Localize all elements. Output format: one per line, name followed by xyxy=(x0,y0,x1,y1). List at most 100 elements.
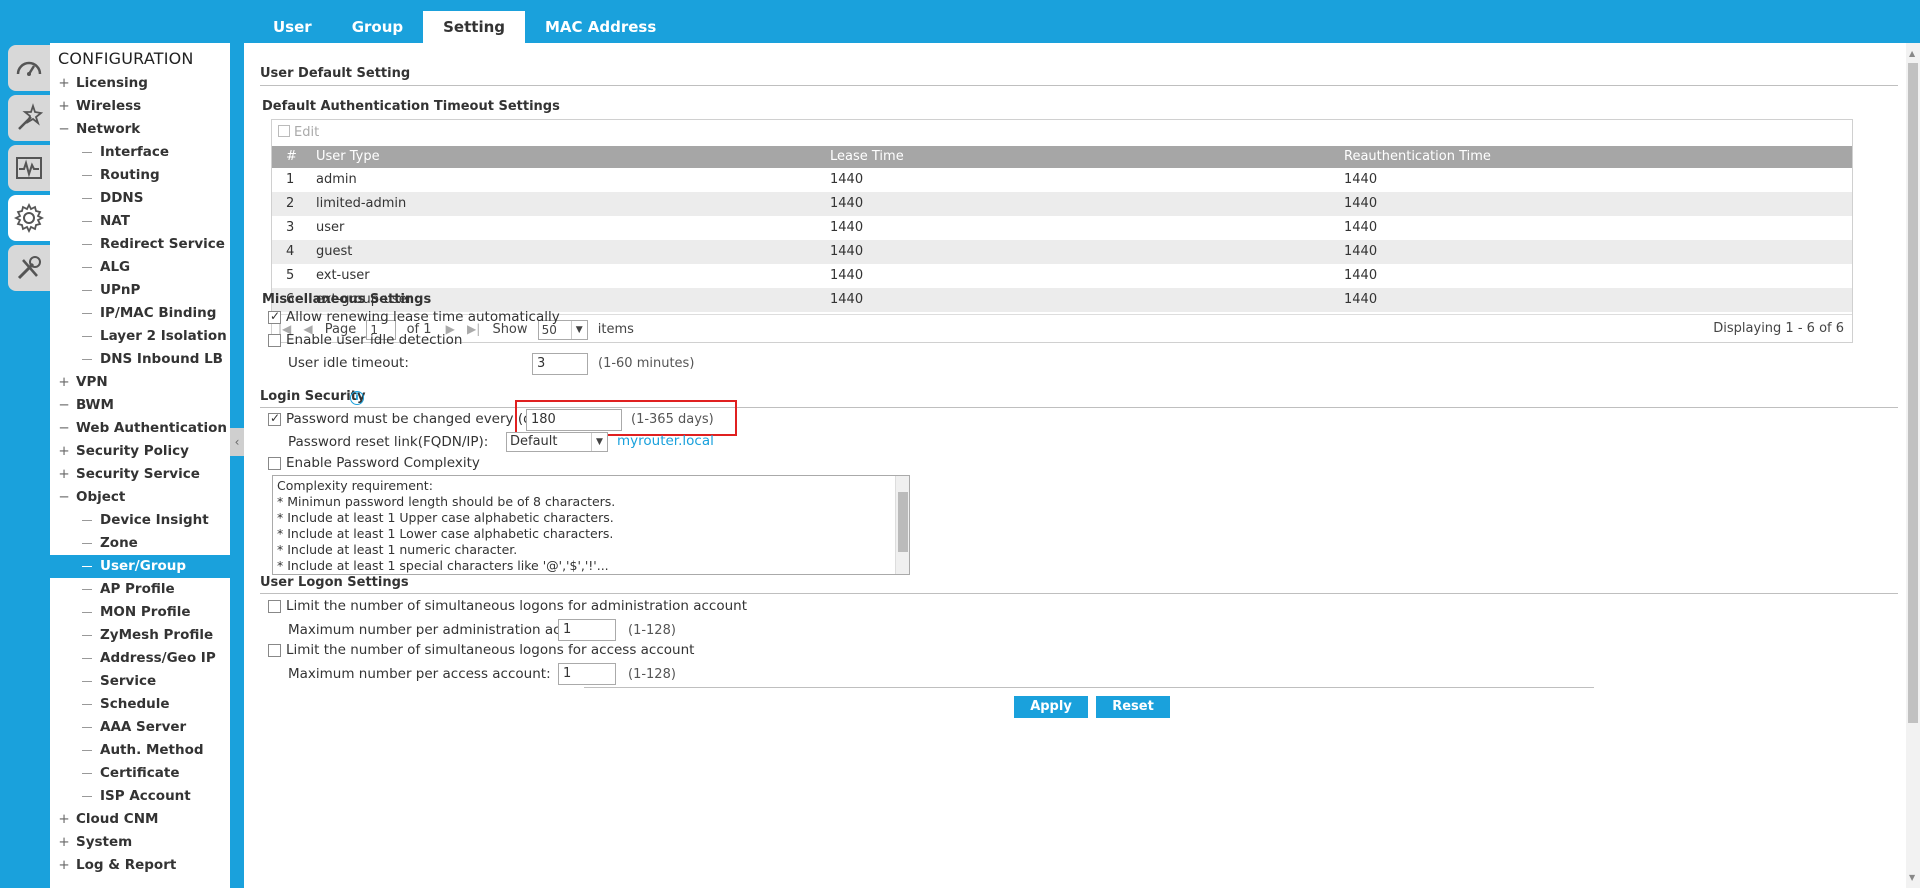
nav-item-vpn[interactable]: + VPN xyxy=(50,371,230,394)
nav-item-bwm[interactable]: − BWM xyxy=(50,394,230,417)
nav-item-interface[interactable]: Interface xyxy=(50,141,230,164)
nav-item-licensing[interactable]: + Licensing xyxy=(50,72,230,95)
complexity-line: * Include at least 1 Lower case alphabet… xyxy=(277,526,614,541)
quick-setup-button[interactable] xyxy=(8,95,50,141)
nav-item-redirect-service[interactable]: Redirect Service xyxy=(50,233,230,256)
tab-mac-address[interactable]: MAC Address xyxy=(525,11,676,43)
nav-item-system[interactable]: + System xyxy=(50,831,230,854)
dashboard-icon xyxy=(16,61,42,76)
apply-button[interactable]: Apply xyxy=(1014,696,1088,718)
nav-item-auth-method[interactable]: Auth. Method xyxy=(50,739,230,762)
password-change-days-input[interactable]: 180 xyxy=(526,409,622,431)
textarea-scroll-thumb[interactable] xyxy=(898,492,908,552)
nav-item-zone[interactable]: Zone xyxy=(50,532,230,555)
idle-timeout-input[interactable]: 3 xyxy=(532,353,588,375)
reset-button[interactable]: Reset xyxy=(1096,696,1170,718)
nav-item-security-service[interactable]: + Security Service xyxy=(50,463,230,486)
nav-item-security-policy[interactable]: + Security Policy xyxy=(50,440,230,463)
page-scrollbar[interactable]: ▲ ▼ xyxy=(1906,43,1920,888)
monitor-button[interactable] xyxy=(8,145,50,191)
maintenance-button[interactable] xyxy=(8,245,50,291)
nav-item-schedule[interactable]: Schedule xyxy=(50,693,230,716)
nav-item-label: Service xyxy=(100,673,157,689)
table-row[interactable]: 3 user 1440 1440 xyxy=(272,216,1852,240)
collapse-icon[interactable]: − xyxy=(58,118,70,141)
nav-item-routing[interactable]: Routing xyxy=(50,164,230,187)
nav-item-ip-mac-binding[interactable]: IP/MAC Binding xyxy=(50,302,230,325)
column-header-user-type[interactable]: User Type xyxy=(316,146,830,168)
table-row[interactable]: 4 guest 1440 1440 xyxy=(272,240,1852,264)
nav-item-isp-account[interactable]: ISP Account xyxy=(50,785,230,808)
nav-item-ddns[interactable]: DDNS xyxy=(50,187,230,210)
scroll-up-icon[interactable]: ▲ xyxy=(1909,49,1915,58)
nav-item-cloud-cnm[interactable]: + Cloud CNM xyxy=(50,808,230,831)
info-icon[interactable]: i xyxy=(350,391,364,405)
expand-icon[interactable]: + xyxy=(58,463,70,486)
expand-icon[interactable]: + xyxy=(58,72,70,95)
nav-item-network[interactable]: − Network xyxy=(50,118,230,141)
password-change-checkbox[interactable] xyxy=(268,411,281,426)
scroll-down-icon[interactable]: ▼ xyxy=(1909,873,1915,882)
nav-item-log-report[interactable]: + Log & Report xyxy=(50,854,230,877)
expand-icon[interactable]: + xyxy=(58,854,70,877)
table-body: 1 admin 1440 1440 2 limited-admin 1440 1440 3 use… xyxy=(272,168,1852,312)
expand-icon[interactable]: + xyxy=(58,95,70,118)
tab-group[interactable]: Group xyxy=(332,11,423,43)
column-header-reauth-time[interactable]: Reauthentication Time xyxy=(1344,146,1852,168)
nav-item-web-authentication[interactable]: − Web Authentication xyxy=(50,417,230,440)
nav-item-upnp[interactable]: UPnP xyxy=(50,279,230,302)
nav-item-dns-inbound-lb[interactable]: DNS Inbound LB xyxy=(50,348,230,371)
chevron-down-icon: ▼ xyxy=(591,433,607,451)
nav-item-device-insight[interactable]: Device Insight xyxy=(50,509,230,532)
collapse-icon[interactable]: − xyxy=(58,394,70,417)
expand-icon[interactable]: + xyxy=(58,831,70,854)
nav-item-nat[interactable]: NAT xyxy=(50,210,230,233)
textarea-scrollbar[interactable] xyxy=(895,476,909,574)
password-reset-select[interactable]: Default ▼ xyxy=(506,432,608,452)
access-max-input[interactable]: 1 xyxy=(558,663,616,685)
edit-button[interactable]: Edit xyxy=(294,125,319,140)
table-row[interactable]: 2 limited-admin 1440 1440 xyxy=(272,192,1852,216)
nav-item-zymesh-profile[interactable]: ZyMesh Profile xyxy=(50,624,230,647)
nav-item-layer-2-isolation[interactable]: Layer 2 Isolation xyxy=(50,325,230,348)
complexity-requirements-textarea[interactable]: Complexity requirement: * Minimun passwor… xyxy=(272,475,910,575)
column-header-num[interactable]: # xyxy=(272,146,316,168)
limit-admin-logons-checkbox[interactable] xyxy=(268,600,281,613)
collapse-icon[interactable]: − xyxy=(58,486,70,509)
nav-item-certificate[interactable]: Certificate xyxy=(50,762,230,785)
tab-setting[interactable]: Setting xyxy=(423,11,525,43)
renew-lease-checkbox[interactable] xyxy=(268,309,281,324)
tree-connector xyxy=(82,634,92,636)
dashboard-button[interactable] xyxy=(8,45,50,91)
idle-detection-checkbox[interactable] xyxy=(268,334,281,347)
nav-item-service[interactable]: Service xyxy=(50,670,230,693)
table-row[interactable]: 1 admin 1440 1440 xyxy=(272,168,1852,192)
expand-icon[interactable]: + xyxy=(58,440,70,463)
nav-item-user-group[interactable]: User/Group xyxy=(50,555,230,578)
nav-item-address-geo-ip[interactable]: Address/Geo IP xyxy=(50,647,230,670)
nav-item-label: DNS Inbound LB xyxy=(100,351,223,367)
tab-user[interactable]: User xyxy=(253,11,332,43)
collapse-handle[interactable]: ‹ xyxy=(230,428,244,456)
tree-connector xyxy=(82,312,92,314)
nav-item-ap-profile[interactable]: AP Profile xyxy=(50,578,230,601)
nav-item-mon-profile[interactable]: MON Profile xyxy=(50,601,230,624)
password-reset-link[interactable]: myrouter.local xyxy=(617,433,714,449)
page-scroll-thumb[interactable] xyxy=(1908,63,1918,723)
expand-icon[interactable]: + xyxy=(58,808,70,831)
limit-access-logons-checkbox[interactable] xyxy=(268,644,281,657)
nav-item-aaa-server[interactable]: AAA Server xyxy=(50,716,230,739)
expand-icon[interactable]: + xyxy=(58,371,70,394)
admin-max-hint: (1-128) xyxy=(628,623,676,638)
nav-item-alg[interactable]: ALG xyxy=(50,256,230,279)
table-row[interactable]: 5 ext-user 1440 1440 xyxy=(272,264,1852,288)
nav-item-object[interactable]: − Object xyxy=(50,486,230,509)
nav-item-label: Web Authentication xyxy=(76,420,227,436)
password-complexity-checkbox[interactable] xyxy=(268,457,281,470)
collapse-icon[interactable]: − xyxy=(58,417,70,440)
admin-max-input[interactable]: 1 xyxy=(558,619,616,641)
column-header-lease-time[interactable]: Lease Time xyxy=(830,146,1344,168)
nav-item-wireless[interactable]: + Wireless xyxy=(50,95,230,118)
configuration-button[interactable] xyxy=(8,195,50,241)
cell-reauth: 1440 xyxy=(1344,292,1378,307)
